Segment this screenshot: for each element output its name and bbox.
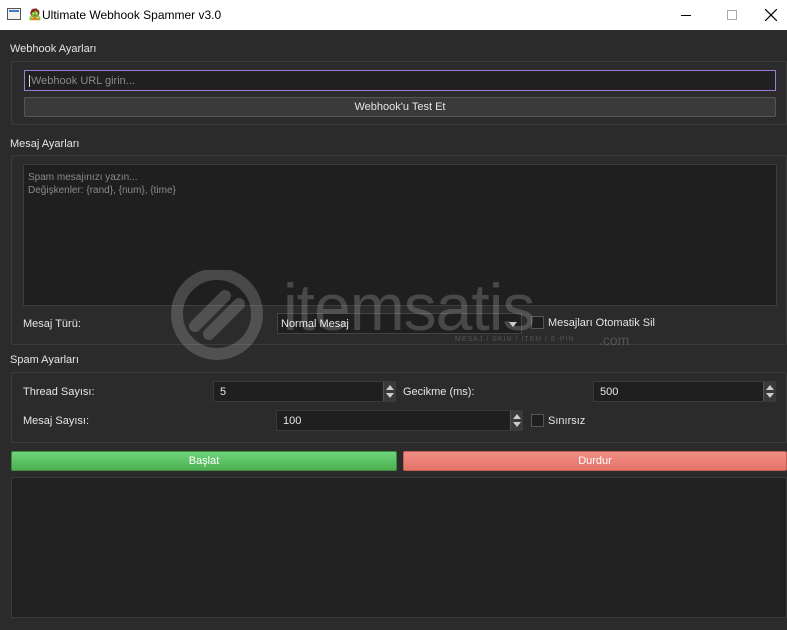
message-count-value: 100 <box>283 414 302 427</box>
spam-message-textarea[interactable]: Spam mesajınızı yazın... Değişkenler: {r… <box>23 164 777 306</box>
auto-delete-checkbox[interactable] <box>531 316 544 329</box>
maximize-icon <box>727 10 737 20</box>
spam-group-title: Spam Ayarları <box>10 354 79 366</box>
arrow-down-icon <box>766 393 774 398</box>
test-webhook-button[interactable]: Webhook'u Test Et <box>24 97 776 117</box>
log-output[interactable] <box>11 477 787 618</box>
close-button[interactable] <box>755 0 787 30</box>
unlimited-checkbox[interactable] <box>531 414 544 427</box>
message-type-value: Normal Mesaj <box>281 317 349 330</box>
message-type-label: Mesaj Türü: <box>23 318 81 330</box>
arrow-up-icon <box>386 385 394 390</box>
title-bar: 🧟 Ultimate Webhook Spammer v3.0 <box>0 0 787 30</box>
webhook-group-title: Webhook Ayarları <box>10 43 97 55</box>
webhook-url-placeholder: Webhook URL girin... <box>31 74 135 87</box>
webhook-url-input[interactable]: Webhook URL girin... <box>24 70 776 91</box>
stop-button[interactable]: Durdur <box>403 451 787 471</box>
zombie-icon: 🧟 <box>28 9 42 21</box>
delay-spinbox[interactable]: 500 <box>593 381 776 402</box>
arrow-up-icon <box>766 385 774 390</box>
thread-count-value: 5 <box>220 385 227 398</box>
app-window-icon <box>7 8 21 20</box>
minimize-icon <box>681 14 691 16</box>
minimize-button[interactable] <box>663 0 709 30</box>
arrow-down-icon <box>513 422 521 427</box>
chevron-down-icon <box>509 322 517 327</box>
message-type-select[interactable]: Normal Mesaj <box>277 313 522 334</box>
window-title: Ultimate Webhook Spammer v3.0 <box>42 8 222 22</box>
arrow-up-icon <box>513 414 521 419</box>
maximize-button[interactable] <box>709 0 755 30</box>
count-stepper-arrows[interactable] <box>510 411 522 430</box>
delay-value: 500 <box>600 385 619 398</box>
message-count-spinbox[interactable]: 100 <box>276 410 523 431</box>
delay-label: Gecikme (ms): <box>403 386 475 398</box>
thread-count-spinbox[interactable]: 5 <box>213 381 396 402</box>
close-icon <box>765 9 777 21</box>
message-placeholder-line: Spam mesajınızı yazın... <box>28 172 138 183</box>
arrow-down-icon <box>386 393 394 398</box>
message-count-label: Mesaj Sayısı: <box>23 415 90 427</box>
message-group-title: Mesaj Ayarları <box>10 138 80 150</box>
auto-delete-label: Mesajları Otomatik Sil <box>548 317 655 329</box>
delay-stepper-arrows[interactable] <box>763 382 775 401</box>
unlimited-label: Sınırsız <box>548 415 586 427</box>
text-caret <box>29 74 30 87</box>
thread-count-label: Thread Sayısı: <box>23 386 95 398</box>
thread-stepper-arrows[interactable] <box>383 382 395 401</box>
start-button[interactable]: Başlat <box>11 451 397 471</box>
variables-hint-line: Değişkenler: {rand}, {num}, {time} <box>28 185 176 196</box>
